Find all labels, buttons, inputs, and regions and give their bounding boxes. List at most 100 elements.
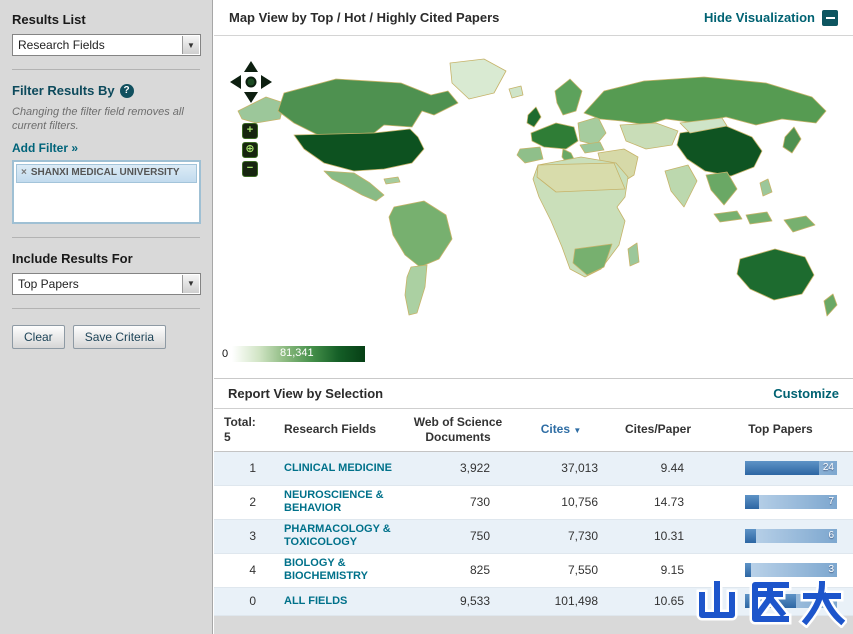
clear-button[interactable]: Clear xyxy=(12,324,65,349)
country-uk[interactable] xyxy=(526,106,542,128)
legend-max-value: 81,341 xyxy=(280,347,314,359)
country-russia[interactable] xyxy=(583,76,827,126)
country-scandinavia[interactable] xyxy=(554,78,583,116)
country-philippines[interactable] xyxy=(759,178,773,197)
country-iceland[interactable] xyxy=(508,85,524,99)
map-section-header: Map View by Top / Hot / Highly Cited Pap… xyxy=(214,0,853,36)
country-turkey[interactable] xyxy=(579,141,605,154)
add-filter-link[interactable]: Add Filter » xyxy=(12,141,78,155)
country-india[interactable] xyxy=(664,164,698,208)
country-se-asia[interactable] xyxy=(705,171,738,206)
pan-center-icon[interactable] xyxy=(245,76,257,88)
collapse-minus-icon[interactable] xyxy=(822,9,838,26)
country-cuba[interactable] xyxy=(383,176,401,185)
filter-item[interactable]: × SHANXI MEDICAL UNIVERSITY xyxy=(16,163,197,184)
research-field-link[interactable]: NEUROSCIENCE & BEHAVIOR xyxy=(284,489,402,515)
pan-left-icon[interactable] xyxy=(230,75,241,89)
shanxi-medical-watermark xyxy=(695,578,847,628)
pan-up-icon[interactable] xyxy=(244,61,258,72)
map-pan-control[interactable] xyxy=(230,61,272,103)
research-field-link[interactable]: CLINICAL MEDICINE xyxy=(284,462,392,475)
top-papers-value: 3 xyxy=(828,564,834,575)
chevron-down-icon[interactable]: ▼ xyxy=(182,274,199,293)
results-list-label: Results List xyxy=(12,12,86,27)
active-filters-listbox[interactable]: × SHANXI MEDICAL UNIVERSITY xyxy=(12,159,201,224)
country-canada[interactable] xyxy=(277,78,459,136)
docs-cell: 750 xyxy=(402,519,514,554)
docs-cell: 730 xyxy=(402,485,514,520)
help-icon[interactable]: ? xyxy=(119,83,134,98)
country-usa[interactable] xyxy=(293,128,425,172)
map-color-legend: 0 81,341 xyxy=(222,346,366,362)
globe-reset-button[interactable]: ⊕ xyxy=(242,142,258,158)
results-list-select[interactable]: Research Fields ▼ xyxy=(12,34,201,56)
cites-per-paper-cell: 10.65 xyxy=(608,587,708,616)
research-field-link[interactable]: BIOLOGY & BIOCHEMISTRY xyxy=(284,557,402,583)
rank-cell: 2 xyxy=(214,485,270,520)
top-papers-bar-fill xyxy=(745,495,759,509)
col-cites-sortable[interactable]: Cites ▼ xyxy=(514,409,608,452)
country-west-europe[interactable] xyxy=(530,122,579,150)
research-field-link[interactable]: ALL FIELDS xyxy=(284,595,347,608)
country-east-europe[interactable] xyxy=(577,116,607,146)
total-header: Total: 5 xyxy=(214,409,270,452)
top-papers-bar: 24 xyxy=(745,461,837,475)
sidebar-divider xyxy=(12,236,200,238)
top-papers-bar-fill xyxy=(745,563,751,577)
chevron-down-icon[interactable]: ▼ xyxy=(182,36,199,54)
cites-per-paper-cell: 14.73 xyxy=(608,485,708,520)
hide-visualization-link[interactable]: Hide Visualization xyxy=(703,9,838,26)
cites-per-paper-cell: 9.15 xyxy=(608,553,708,588)
map-zoom-controls: + ⊕ − xyxy=(242,123,258,177)
cites-cell: 37,013 xyxy=(514,451,608,486)
country-japan[interactable] xyxy=(782,126,802,154)
country-greenland[interactable] xyxy=(449,58,507,100)
top-papers-bar-fill xyxy=(745,461,819,475)
country-madagascar[interactable] xyxy=(627,242,640,267)
top-papers-bar-fill xyxy=(745,529,757,543)
include-results-select[interactable]: Top Papers ▼ xyxy=(12,272,201,295)
country-brazil[interactable] xyxy=(388,200,453,268)
cites-cell: 7,730 xyxy=(514,519,608,554)
zoom-out-button[interactable]: − xyxy=(242,161,258,177)
rank-cell: 3 xyxy=(214,519,270,554)
total-count: 5 xyxy=(224,429,231,444)
col-top-papers: Top Papers xyxy=(708,409,853,452)
save-criteria-button[interactable]: Save Criteria xyxy=(72,324,167,349)
country-spain[interactable] xyxy=(516,146,544,164)
sidebar-divider xyxy=(12,307,200,309)
remove-filter-icon[interactable]: × xyxy=(21,167,27,180)
research-field-link[interactable]: PHARMACOLOGY & TOXICOLOGY xyxy=(284,523,402,549)
world-map-choropleth[interactable] xyxy=(226,53,851,345)
top-papers-value: 7 xyxy=(828,496,834,507)
country-argentina[interactable] xyxy=(404,264,428,316)
table-row: 3 PHARMACOLOGY & TOXICOLOGY 750 7,730 10… xyxy=(214,519,853,554)
country-papua[interactable] xyxy=(783,215,816,233)
cites-cell: 10,756 xyxy=(514,485,608,520)
country-kazakhstan[interactable] xyxy=(619,122,679,150)
zoom-in-button[interactable]: + xyxy=(242,123,258,139)
country-indonesia-west[interactable] xyxy=(713,210,743,223)
pan-down-icon[interactable] xyxy=(244,92,258,103)
rank-cell: 1 xyxy=(214,451,270,486)
country-indonesia-east[interactable] xyxy=(745,211,773,225)
report-view-title: Report View by Selection xyxy=(228,386,384,401)
sidebar-divider xyxy=(12,69,200,70)
cites-per-paper-cell: 10.31 xyxy=(608,519,708,554)
sort-desc-icon: ▼ xyxy=(573,426,582,436)
col-research-fields: Research Fields xyxy=(270,409,402,452)
pan-right-icon[interactable] xyxy=(261,75,272,89)
sidebar: Results List Research Fields ▼ Filter Re… xyxy=(0,0,213,634)
rank-cell: 4 xyxy=(214,553,270,588)
results-list-selected-value: Research Fields xyxy=(18,38,105,52)
region-sahara[interactable] xyxy=(536,162,626,193)
hide-visualization-label: Hide Visualization xyxy=(703,10,815,25)
top-papers-value: 6 xyxy=(828,530,834,541)
legend-min-value: 0 xyxy=(222,348,229,360)
country-new-zealand[interactable] xyxy=(823,293,838,317)
table-header-row: Total: 5 Research Fields Web of Science … xyxy=(214,409,853,452)
total-label: Total: xyxy=(224,414,256,429)
country-mexico[interactable] xyxy=(323,170,385,202)
customize-link[interactable]: Customize xyxy=(773,386,839,401)
country-australia[interactable] xyxy=(736,248,815,301)
